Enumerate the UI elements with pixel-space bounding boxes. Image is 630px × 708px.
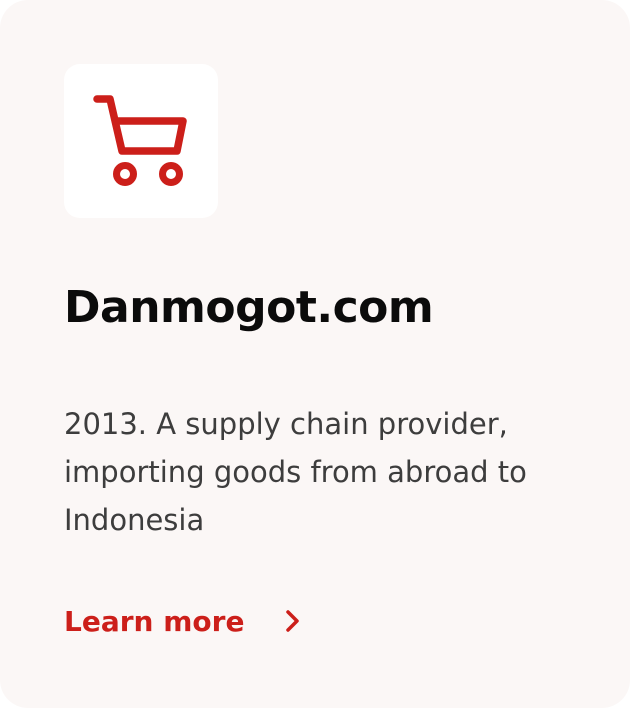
shopping-cart-icon: [93, 95, 187, 186]
company-title: Danmogot.com: [64, 282, 434, 333]
company-card: Danmogot.com 2013. A supply chain provid…: [0, 0, 630, 708]
icon-tile: [64, 64, 218, 218]
learn-more-link[interactable]: Learn more: [64, 598, 304, 644]
learn-more-label: Learn more: [64, 604, 245, 638]
chevron-right-icon: [286, 610, 300, 632]
company-description: 2013. A supply chain provider, importing…: [64, 407, 527, 537]
